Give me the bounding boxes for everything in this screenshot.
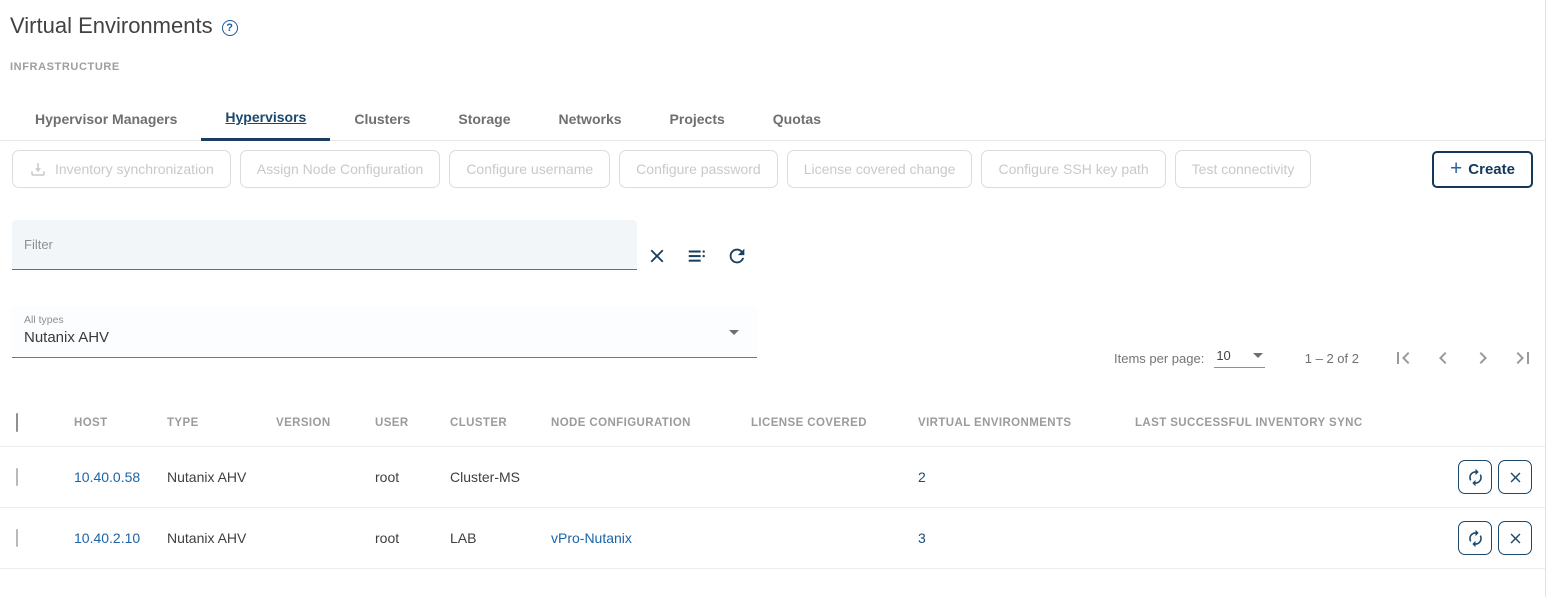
- tab-networks[interactable]: Networks: [535, 96, 646, 141]
- close-icon: [1507, 469, 1524, 486]
- plus-icon: +: [1450, 158, 1462, 179]
- table-row: 10.40.0.58 Nutanix AHV root Cluster-MS 2: [0, 447, 1545, 508]
- cluster-cell: LAB: [450, 530, 551, 546]
- row-checkbox[interactable]: [16, 468, 18, 486]
- column-header-virtual-environments: VIRTUAL ENVIRONMENTS: [918, 417, 1135, 429]
- cluster-cell: Cluster-MS: [450, 469, 551, 485]
- type-filter-select[interactable]: All types Nutanix AHV: [12, 306, 757, 358]
- chevron-down-icon: [1253, 353, 1263, 358]
- column-header-version: VERSION: [276, 417, 375, 429]
- virtual-environments-count-link[interactable]: 3: [918, 530, 926, 546]
- column-header-license-covered: LICENSE COVERED: [751, 417, 918, 429]
- column-header-cluster: CLUSTER: [450, 417, 551, 429]
- select-all-checkbox[interactable]: [16, 413, 18, 432]
- configure-password-button[interactable]: Configure password: [619, 150, 778, 188]
- row-sync-button[interactable]: [1458, 521, 1492, 555]
- column-header-host: HOST: [74, 417, 167, 429]
- last-page-icon[interactable]: [1511, 346, 1535, 370]
- row-actions: [1411, 521, 1545, 555]
- pager-nav: [1391, 346, 1535, 370]
- help-icon[interactable]: ?: [222, 20, 238, 36]
- page-title: Virtual Environments: [10, 13, 213, 39]
- tab-projects[interactable]: Projects: [646, 96, 749, 141]
- row-delete-button[interactable]: [1498, 460, 1532, 494]
- user-cell: root: [375, 469, 450, 485]
- assign-node-configuration-button[interactable]: Assign Node Configuration: [240, 150, 441, 188]
- type-cell: Nutanix AHV: [167, 469, 276, 485]
- paginator: Items per page: 10 1 – 2 of 2: [1114, 338, 1535, 378]
- row-sync-button[interactable]: [1458, 460, 1492, 494]
- tab-bar: Hypervisor Managers Hypervisors Clusters…: [0, 96, 1545, 141]
- type-filter-value: Nutanix AHV: [24, 329, 745, 346]
- virtual-environments-count-link[interactable]: 2: [918, 469, 926, 485]
- sync-icon: [1466, 529, 1485, 548]
- items-per-page-select[interactable]: 10: [1214, 348, 1264, 368]
- chevron-down-icon: [729, 330, 739, 335]
- create-button-label: Create: [1468, 161, 1515, 178]
- inventory-synchronization-button[interactable]: Inventory synchronization: [12, 150, 231, 188]
- filter-field: [12, 220, 637, 270]
- button-label: Inventory synchronization: [55, 161, 214, 177]
- items-per-page-label: Items per page:: [1114, 351, 1204, 366]
- items-per-page-value: 10: [1216, 348, 1230, 363]
- table-row: 10.40.2.10 Nutanix AHV root LAB vPro-Nut…: [0, 508, 1545, 569]
- host-link[interactable]: 10.40.2.10: [74, 530, 140, 546]
- refresh-icon[interactable]: [726, 245, 748, 267]
- scrollbar-gutter[interactable]: [1545, 0, 1560, 597]
- first-page-icon[interactable]: [1391, 346, 1415, 370]
- tab-hypervisor-managers[interactable]: Hypervisor Managers: [11, 96, 201, 141]
- tab-storage[interactable]: Storage: [434, 96, 534, 141]
- row-actions: [1411, 460, 1545, 494]
- license-covered-change-button[interactable]: License covered change: [787, 150, 973, 188]
- filter-list-icon[interactable]: [686, 245, 708, 267]
- column-header-last-successful-inventory-sync: LAST SUCCESSFUL INVENTORY SYNC: [1135, 417, 1411, 429]
- type-filter-label: All types: [24, 314, 745, 326]
- filter-icon-group: [646, 245, 748, 267]
- row-delete-button[interactable]: [1498, 521, 1532, 555]
- inventory-sync-icon: [29, 160, 47, 178]
- close-icon: [1507, 530, 1524, 547]
- sync-icon: [1466, 468, 1485, 487]
- column-header-user: USER: [375, 417, 450, 429]
- column-header-node-configuration: NODE CONFIGURATION: [551, 417, 751, 429]
- column-header-type: TYPE: [167, 417, 276, 429]
- host-link[interactable]: 10.40.0.58: [74, 469, 140, 485]
- configure-ssh-key-path-button[interactable]: Configure SSH key path: [981, 150, 1165, 188]
- user-cell: root: [375, 530, 450, 546]
- page-range-label: 1 – 2 of 2: [1305, 351, 1359, 366]
- previous-page-icon[interactable]: [1431, 346, 1455, 370]
- action-toolbar: Inventory synchronization Assign Node Co…: [12, 150, 1311, 188]
- clear-icon[interactable]: [646, 245, 668, 267]
- table-header-row: HOST TYPE VERSION USER CLUSTER NODE CONF…: [0, 400, 1545, 447]
- row-checkbox[interactable]: [16, 529, 18, 547]
- create-button[interactable]: + Create: [1432, 151, 1533, 188]
- tab-quotas[interactable]: Quotas: [749, 96, 845, 141]
- test-connectivity-button[interactable]: Test connectivity: [1175, 150, 1312, 188]
- next-page-icon[interactable]: [1471, 346, 1495, 370]
- node-configuration-link[interactable]: vPro-Nutanix: [551, 530, 632, 546]
- tab-hypervisors[interactable]: Hypervisors: [201, 96, 330, 141]
- virtual-environments-page: Virtual Environments ? INFRASTRUCTURE Hy…: [0, 0, 1560, 597]
- configure-username-button[interactable]: Configure username: [449, 150, 610, 188]
- hypervisors-table: HOST TYPE VERSION USER CLUSTER NODE CONF…: [0, 400, 1545, 569]
- breadcrumb-section-label: INFRASTRUCTURE: [10, 61, 120, 73]
- filter-input[interactable]: [12, 220, 637, 269]
- type-cell: Nutanix AHV: [167, 530, 276, 546]
- page-header: Virtual Environments ?: [10, 13, 238, 39]
- tab-clusters[interactable]: Clusters: [330, 96, 434, 141]
